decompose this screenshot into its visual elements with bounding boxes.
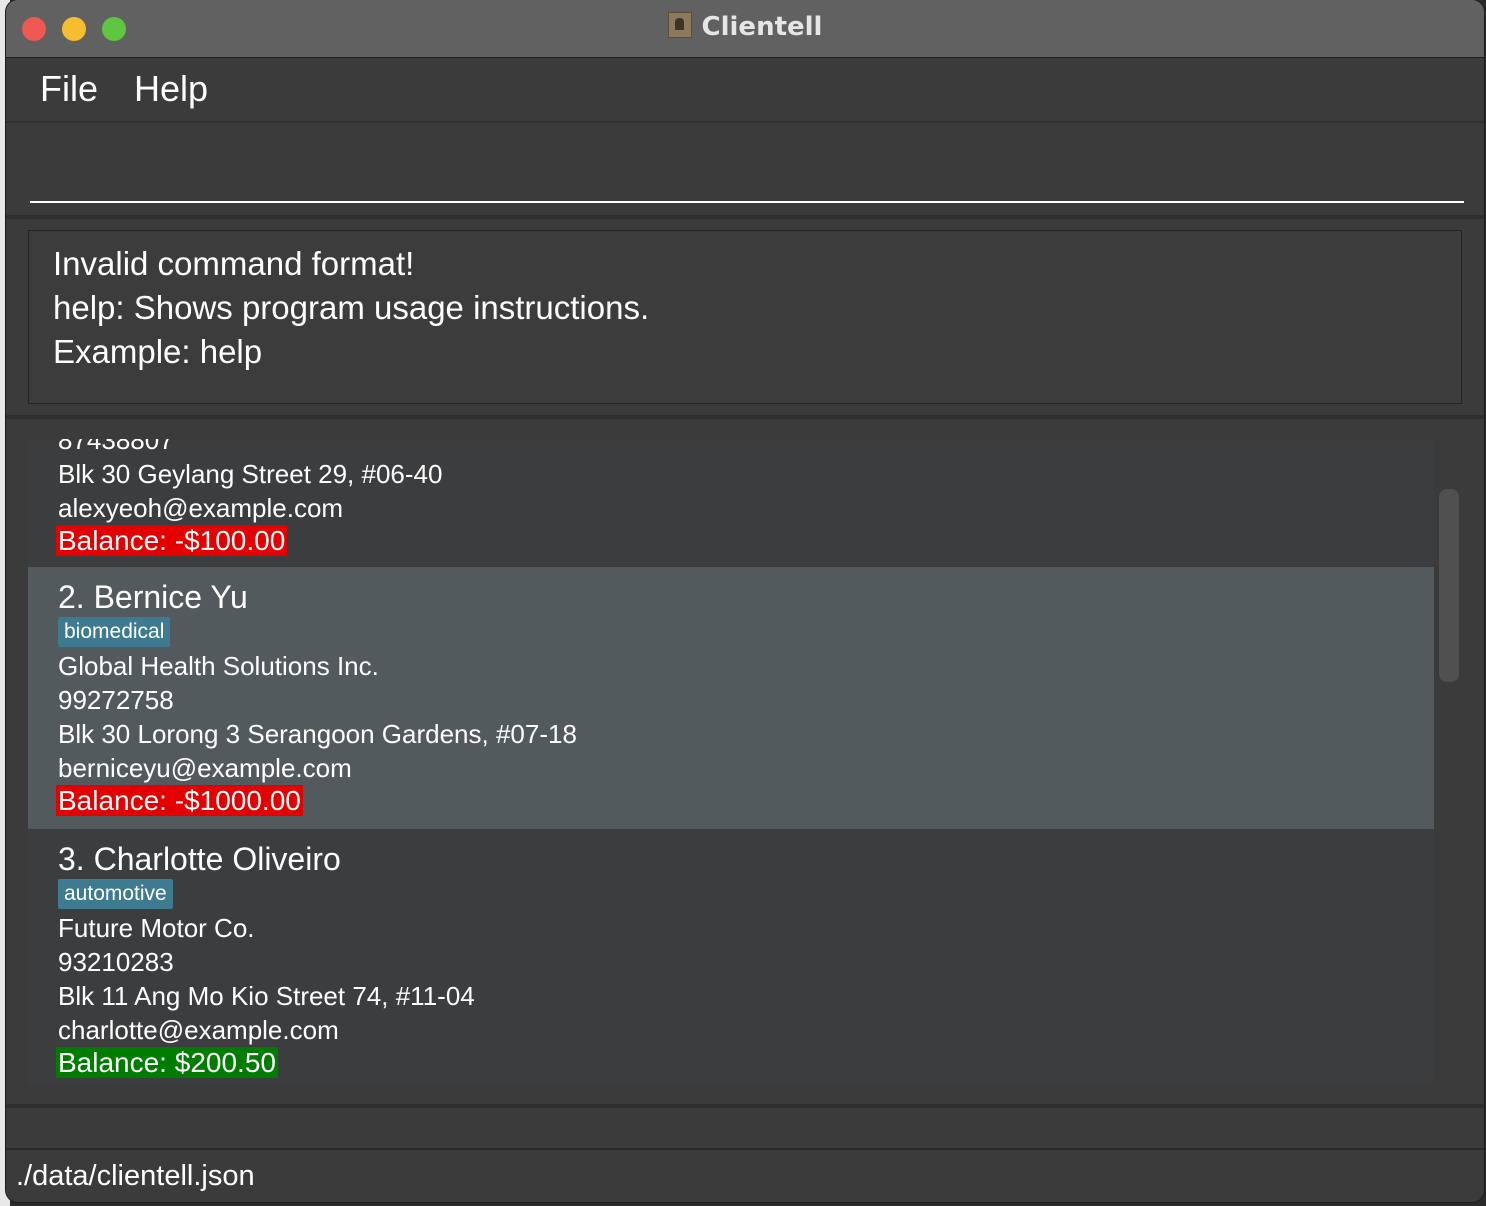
window-title: Clientell bbox=[701, 12, 823, 42]
title-bar: Clientell bbox=[6, 0, 1484, 58]
app-window: Clientell File Help Invalid command form… bbox=[6, 0, 1484, 1202]
client-address: Blk 30 Geylang Street 29, #06-40 bbox=[58, 459, 443, 489]
client-phone: 99272758 bbox=[58, 685, 174, 715]
save-file-path: ./data/clientell.json bbox=[16, 1160, 255, 1192]
result-display-area: Invalid command format! help: Shows prog… bbox=[6, 219, 1484, 419]
client-name: 2. Bernice Yu bbox=[58, 579, 248, 615]
contacts-app-icon bbox=[667, 12, 692, 38]
client-address: Blk 30 Lorong 3 Serangoon Gardens, #07-1… bbox=[58, 719, 577, 749]
client-card[interactable]: 3. Charlotte Oliveiro automotive Future … bbox=[28, 829, 1434, 1084]
result-line-example: Example: help bbox=[53, 333, 263, 370]
menu-bar: File Help bbox=[6, 58, 1484, 123]
client-balance-wrap: Balance: -$1000.00 bbox=[56, 785, 303, 817]
command-input[interactable] bbox=[30, 141, 1464, 203]
client-email: alexyeoh@example.com bbox=[58, 493, 344, 523]
command-box-area bbox=[6, 123, 1484, 219]
client-card-selected[interactable]: 2. Bernice Yu biomedical Global Health S… bbox=[28, 567, 1434, 829]
client-email: berniceyu@example.com bbox=[58, 753, 352, 783]
client-company: Global Health Solutions Inc. bbox=[58, 651, 379, 681]
result-line-usage: help: Shows program usage instructions. bbox=[53, 289, 650, 326]
client-list-panel: 87438807 Blk 30 Geylang Street 29, #06-4… bbox=[6, 419, 1484, 1108]
client-balance: Balance: $200.50 bbox=[56, 1047, 278, 1078]
client-phone: 87438807 bbox=[58, 439, 174, 455]
client-tag: automotive bbox=[58, 879, 173, 909]
client-balance-wrap: Balance: $200.50 bbox=[56, 1047, 278, 1079]
client-phone: 93210283 bbox=[58, 947, 174, 977]
status-bar: ./data/clientell.json bbox=[6, 1108, 1484, 1202]
client-address: Blk 11 Ang Mo Kio Street 74, #11-04 bbox=[58, 981, 475, 1011]
list-scrollbar[interactable] bbox=[1439, 489, 1459, 682]
client-balance-wrap: Balance: -$100.00 bbox=[56, 525, 288, 557]
client-tag: biomedical bbox=[58, 617, 171, 647]
status-bar-divider bbox=[6, 1108, 1484, 1150]
client-card[interactable]: 87438807 Blk 30 Geylang Street 29, #06-4… bbox=[28, 439, 1434, 567]
menu-file[interactable]: File bbox=[40, 68, 98, 110]
menu-help[interactable]: Help bbox=[134, 68, 208, 110]
client-email: charlotte@example.com bbox=[58, 1015, 339, 1045]
client-balance: Balance: -$100.00 bbox=[56, 525, 288, 556]
client-balance: Balance: -$1000.00 bbox=[56, 785, 303, 816]
result-display: Invalid command format! help: Shows prog… bbox=[28, 230, 1462, 404]
window-title-group: Clientell bbox=[6, 12, 1484, 42]
result-line-error: Invalid command format! bbox=[53, 245, 415, 282]
client-name: 3. Charlotte Oliveiro bbox=[58, 841, 341, 877]
client-list[interactable]: 87438807 Blk 30 Geylang Street 29, #06-4… bbox=[28, 439, 1434, 1084]
client-company: Future Motor Co. bbox=[58, 913, 255, 943]
